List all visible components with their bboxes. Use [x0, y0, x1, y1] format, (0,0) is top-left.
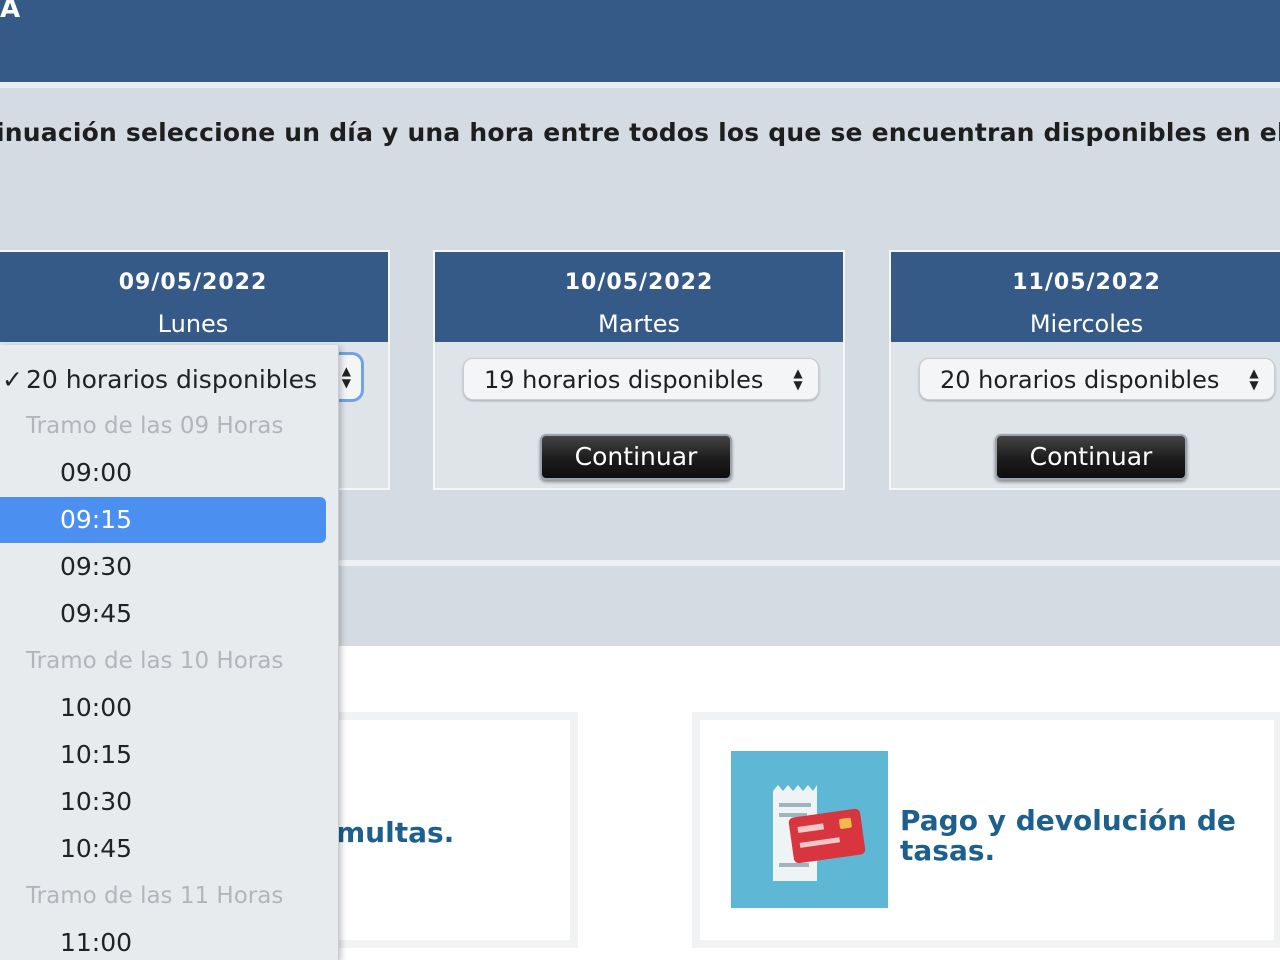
dropdown-option[interactable]: 10:15	[0, 732, 330, 778]
day-date: 09/05/2022	[118, 270, 268, 295]
dropdown-option[interactable]: 10:00	[0, 685, 330, 731]
time-select[interactable]: 19 horarios disponibles ▲ ▼	[463, 358, 819, 400]
day-card-miercoles: 11/05/2022 Miercoles 20 horarios disponi…	[889, 250, 1280, 490]
top-header: A	[0, 0, 1280, 82]
time-select[interactable]: 20 horarios disponibles ▲ ▼	[919, 358, 1275, 400]
dropdown-option[interactable]: 09:30	[0, 544, 330, 590]
day-card-martes: 10/05/2022 Martes 19 horarios disponible…	[433, 250, 845, 490]
continue-button[interactable]: Continuar	[540, 434, 732, 480]
select-arrows-icon: ▲ ▼	[1249, 366, 1259, 392]
service-label: multas.	[336, 816, 455, 849]
day-date: 11/05/2022	[1012, 270, 1161, 295]
dropdown-option-selected[interactable]: 09:15	[0, 497, 326, 543]
dropdown-group-label: Tramo de las 10 Horas	[26, 648, 284, 674]
day-name: Lunes	[157, 310, 229, 338]
day-header: 09/05/2022 Lunes	[0, 252, 388, 342]
header-title: A	[0, 0, 21, 24]
dropdown-item-current[interactable]: ✓ 20 horarios disponibles	[0, 357, 330, 403]
select-value: 20 horarios disponibles	[940, 366, 1220, 394]
checkmark-icon: ✓	[2, 365, 23, 394]
dropdown-option[interactable]: 09:00	[0, 450, 330, 496]
receipt-credit-card-icon	[731, 751, 888, 908]
time-dropdown-list: ✓ 20 horarios disponibles Tramo de las 0…	[0, 345, 339, 960]
day-name: Martes	[598, 310, 680, 338]
dropdown-option[interactable]: 10:45	[0, 826, 330, 872]
dropdown-option[interactable]: 10:30	[0, 779, 330, 825]
select-arrows-icon: ▲ ▼	[793, 366, 803, 392]
dropdown-group-label: Tramo de las 11 Horas	[26, 883, 284, 909]
day-name: Miercoles	[1029, 310, 1144, 338]
continue-button[interactable]: Continuar	[995, 434, 1187, 480]
dropdown-group-label: Tramo de las 09 Horas	[26, 413, 284, 439]
day-header: 10/05/2022 Martes	[435, 252, 843, 342]
select-value: 19 horarios disponibles	[484, 366, 764, 394]
select-arrows-icon: ▲ ▼	[341, 364, 351, 390]
instruction-text: inuación seleccione un día y una hora en…	[0, 118, 1280, 147]
day-header: 11/05/2022 Miercoles	[891, 252, 1280, 342]
dropdown-option[interactable]: 09:45	[0, 591, 330, 637]
dropdown-option[interactable]: 11:00	[0, 920, 330, 960]
service-label: Pago y devolución de tasas.	[900, 804, 1236, 867]
day-date: 10/05/2022	[564, 270, 714, 295]
service-card-multas[interactable]: multas.	[300, 712, 578, 948]
